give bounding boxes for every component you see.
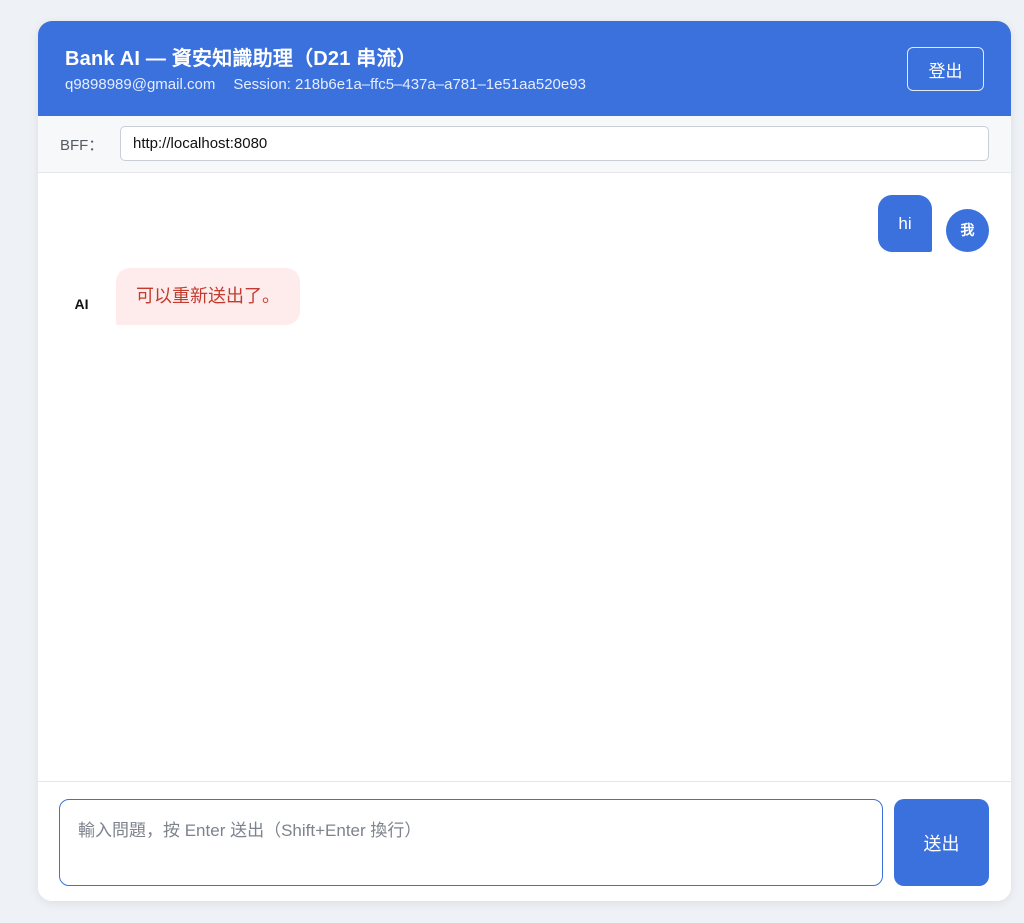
message-composer: 送出 — [38, 781, 1011, 901]
send-button[interactable]: 送出 — [894, 799, 989, 886]
bff-label: BFF： — [60, 137, 104, 154]
bff-bar: BFF： — [38, 116, 1011, 173]
session-label: Session: — [233, 76, 291, 93]
user-email: q9898989@gmail.com — [65, 76, 216, 93]
logout-button[interactable]: 登出 — [907, 47, 984, 91]
ai-avatar: AI — [74, 296, 89, 312]
session-id: 218b6e1a–ffc5–437a–a781–1e51aa520e93 — [295, 76, 586, 93]
ai-error-message-bubble: 可以重新送出了。 — [116, 268, 300, 325]
user-avatar: 我 — [946, 209, 989, 252]
user-message-bubble: hi — [878, 195, 932, 252]
bff-url-input[interactable] — [120, 126, 989, 161]
app-header: Bank AI — 資安知識助理（D21 串流） q9898989@gmail.… — [38, 21, 1011, 116]
chat-messages[interactable]: hi 我 AI 可以重新送出了。 — [38, 173, 1011, 781]
message-input[interactable] — [59, 799, 883, 886]
chat-card: Bank AI — 資安知識助理（D21 串流） q9898989@gmail.… — [38, 21, 1011, 901]
app-title: Bank AI — 資安知識助理（D21 串流） — [65, 48, 417, 70]
session-info: q9898989@gmail.com Session: 218b6e1a–ffc5… — [65, 76, 586, 93]
